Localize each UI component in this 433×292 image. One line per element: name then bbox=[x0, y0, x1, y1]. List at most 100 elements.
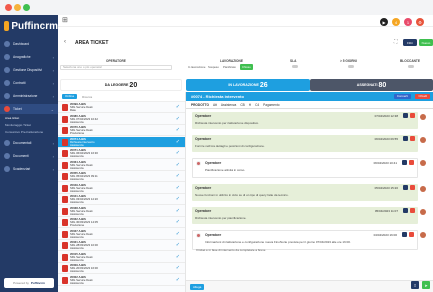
close-ticket-button[interactable]: Chiudi bbox=[415, 94, 430, 99]
blocking-toggle[interactable] bbox=[408, 65, 414, 68]
collapse-sidebar-icon[interactable]: ⊞ bbox=[62, 16, 68, 24]
check-icon: ✓ bbox=[175, 104, 180, 110]
sidebar-item-documentali[interactable]: Documentali › bbox=[0, 138, 58, 148]
summary-assigned[interactable]: ASSEGNATI 80 bbox=[310, 79, 433, 91]
status-option-lavorazione[interactable]: In lavorazione bbox=[188, 65, 205, 69]
status-option-sospeso[interactable]: Sospeso bbox=[208, 65, 219, 69]
summary-unread[interactable]: DA LEGGERE 20 bbox=[60, 79, 182, 91]
ticket-icon bbox=[4, 106, 10, 112]
back-arrow-icon[interactable]: ‹ bbox=[64, 39, 66, 45]
detail-tab[interactable]: PRODOTTO bbox=[191, 103, 209, 107]
detail-tab[interactable]: Assistenza bbox=[221, 103, 236, 107]
edit-icon[interactable] bbox=[403, 185, 408, 190]
pdf-icon bbox=[62, 265, 68, 272]
ticket-category: Assistenza bbox=[70, 119, 84, 124]
sidebar-item-amministrazione[interactable]: Amministrazione › bbox=[0, 91, 58, 101]
detail-tab[interactable]: Pagamento bbox=[263, 103, 279, 107]
ticket-list-item[interactable]: #0064 A.BIS SRL Service Desk Assistenza ✓ bbox=[58, 160, 185, 171]
page-title: AREA TICKET bbox=[75, 40, 109, 46]
gear-icon[interactable]: ⚙ bbox=[416, 18, 424, 26]
ticket-list-item[interactable]: #0015 A.BIS SRL Service Desk Assistenza ✓ bbox=[58, 252, 185, 263]
sidebar-subitem-monitoraggio[interactable]: Monitoraggio Ticket bbox=[5, 123, 31, 127]
edit-icon[interactable] bbox=[402, 160, 407, 165]
new-ticket-button[interactable]: Nuovo bbox=[419, 39, 433, 46]
ticket-list-item[interactable]: #0038 A.BIS SRL Service Desk Assistenza ✓ bbox=[58, 206, 185, 217]
search-input[interactable]: Ricerca bbox=[82, 95, 92, 99]
operator-filter-label: OPERATORE bbox=[106, 59, 126, 63]
sidebar-item-anagrafiche[interactable]: Anagrafiche › bbox=[0, 52, 58, 62]
delete-icon[interactable] bbox=[409, 232, 414, 237]
sidebar-item-contratti[interactable]: Contratti › bbox=[0, 78, 58, 88]
message-card: Operatore 07/04/2023 12:38 Richiesta inter… bbox=[192, 112, 418, 129]
detail-tab[interactable]: Att bbox=[213, 103, 217, 107]
message-time: 06/04/2023 09:55 bbox=[374, 137, 398, 141]
delete-icon[interactable] bbox=[410, 208, 415, 213]
delete-icon[interactable] bbox=[409, 160, 414, 165]
sidebar-subitem-area-ticket[interactable]: Area ticket bbox=[5, 116, 19, 120]
check-icon: ✓ bbox=[175, 207, 180, 214]
sidebar-subitem-consuntivo[interactable]: Consuntivo Pre-Fatturazione bbox=[5, 130, 43, 134]
ticket-list-item[interactable]: #0009 A.BIS SRL 20/03/2023 16:00 Assistenz… bbox=[58, 263, 185, 274]
status-option-chiuso[interactable]: Chiuso bbox=[240, 64, 253, 70]
window-close-dot[interactable] bbox=[5, 4, 12, 11]
delete-icon[interactable] bbox=[410, 136, 415, 141]
sort-button[interactable]: Ordina bbox=[62, 94, 78, 99]
sidebar-item-dispositivi[interactable]: Gestione Dispositivi › bbox=[0, 65, 58, 75]
avatar bbox=[420, 209, 426, 215]
ticket-list-item[interactable]: #0099 A.BIS SRL Service Desk Rate ✓ bbox=[58, 102, 185, 113]
delete-icon[interactable] bbox=[410, 113, 415, 118]
bell-icon[interactable]: 4 bbox=[392, 18, 400, 26]
check-icon: ✓ bbox=[175, 150, 180, 156]
ticket-list-item[interactable]: #0002 A.BIS SRL Service Desk Assistenza ✓ bbox=[58, 275, 185, 286]
ticket-list-item[interactable]: #0055 A.BIS SRL 05/04/2023 09:11 Assistenz… bbox=[58, 171, 185, 182]
pdf-icon bbox=[62, 150, 68, 157]
detail-tab[interactable]: CB bbox=[240, 103, 244, 107]
edit-icon[interactable] bbox=[403, 113, 408, 118]
edit-icon[interactable] bbox=[402, 232, 407, 237]
sla-toggle[interactable] bbox=[292, 65, 298, 68]
operator-select[interactable]: Seleziona uno o più operatori bbox=[60, 65, 172, 70]
days-toggle[interactable] bbox=[348, 65, 354, 68]
detail-tab[interactable]: C4 bbox=[255, 103, 259, 107]
edit-icon[interactable] bbox=[403, 136, 408, 141]
admin-icon bbox=[4, 93, 10, 99]
ticket-detail-tabs: PRODOTTO Att Assistenza CB H C4 Pagamento bbox=[186, 101, 433, 109]
ticket-list-item[interactable]: #0021 A.BIS SRL 28/03/2023 10:00 Assistenz… bbox=[58, 240, 185, 251]
status-option-pianificato[interactable]: Pianificato bbox=[223, 65, 236, 69]
send-icon[interactable]: ➤ bbox=[422, 281, 430, 289]
check-icon: ✓ bbox=[175, 196, 180, 202]
sidebar-item-scadenziari[interactable]: Scadenziari › bbox=[0, 164, 58, 174]
convert-button[interactable]: Converti bbox=[393, 94, 411, 99]
ticket-list-item[interactable]: #0027 A.BIS SRL Service Desk Assistenza ✓ bbox=[58, 229, 185, 240]
avatar bbox=[196, 161, 201, 166]
ticket-list-item[interactable]: #0041 A.BIS SRL 03/04/2023 12:20 Assistenz… bbox=[58, 194, 185, 205]
ticket-category: Assistenza bbox=[70, 280, 84, 285]
attach-button[interactable]: Allega bbox=[190, 284, 205, 290]
ticket-list-item[interactable]: #0074 A.BIS Richiesta intervento Assistenz… bbox=[58, 136, 185, 148]
upload-icon[interactable]: ⇧ bbox=[411, 281, 419, 289]
avatar bbox=[420, 137, 426, 143]
delete-icon[interactable] bbox=[410, 185, 415, 190]
ticket-list-item[interactable]: #0049 A.BIS SRL Service Desk Assistenza ✓ bbox=[58, 183, 185, 194]
sidebar-item-ticket[interactable]: Ticket ⌄ bbox=[0, 104, 58, 114]
mail-icon[interactable]: 1 bbox=[404, 18, 412, 26]
detail-tab[interactable]: H bbox=[249, 103, 251, 107]
fullscreen-icon[interactable]: ⛶ bbox=[394, 39, 398, 45]
summary-in-progress[interactable]: IN LAVORAZIONE 26 bbox=[186, 79, 310, 91]
ticket-list-item[interactable]: #0080 A.BIS SRL 07/04/2023 10:42 Assistenz… bbox=[58, 114, 185, 125]
edit-icon[interactable] bbox=[403, 208, 408, 213]
ticket-list-item[interactable]: #0032 A.BIS SRL 30/03/2023 14:05 Produzion… bbox=[58, 217, 185, 228]
page-header: ‹ AREA TICKET ⛶ Filtri Nuovo bbox=[58, 37, 433, 48]
ticket-category: Assistenza bbox=[70, 269, 84, 273]
ticket-list-item[interactable]: #0070 A.BIS SRL Service Desk Produzione ✓ bbox=[58, 125, 185, 136]
message-author: Operatore bbox=[205, 161, 222, 165]
window-maximize-dot[interactable] bbox=[23, 4, 30, 11]
ticket-list-item[interactable]: #0071 A.BIS SRL 06/04/2023 16:30 Assistenz… bbox=[58, 148, 185, 159]
play-icon[interactable]: ▶ bbox=[380, 18, 388, 26]
filter-button[interactable]: Filtri bbox=[403, 39, 417, 46]
window-minimize-dot[interactable] bbox=[14, 4, 21, 11]
sidebar-item-documenti[interactable]: Documenti › bbox=[0, 151, 58, 161]
sidebar-item-dashboard[interactable]: Dashboard bbox=[0, 39, 58, 49]
message-card: Operatore 04/04/2023 16:00 Informazioni di… bbox=[192, 230, 418, 250]
ticket-category: Assistenza bbox=[70, 177, 84, 181]
